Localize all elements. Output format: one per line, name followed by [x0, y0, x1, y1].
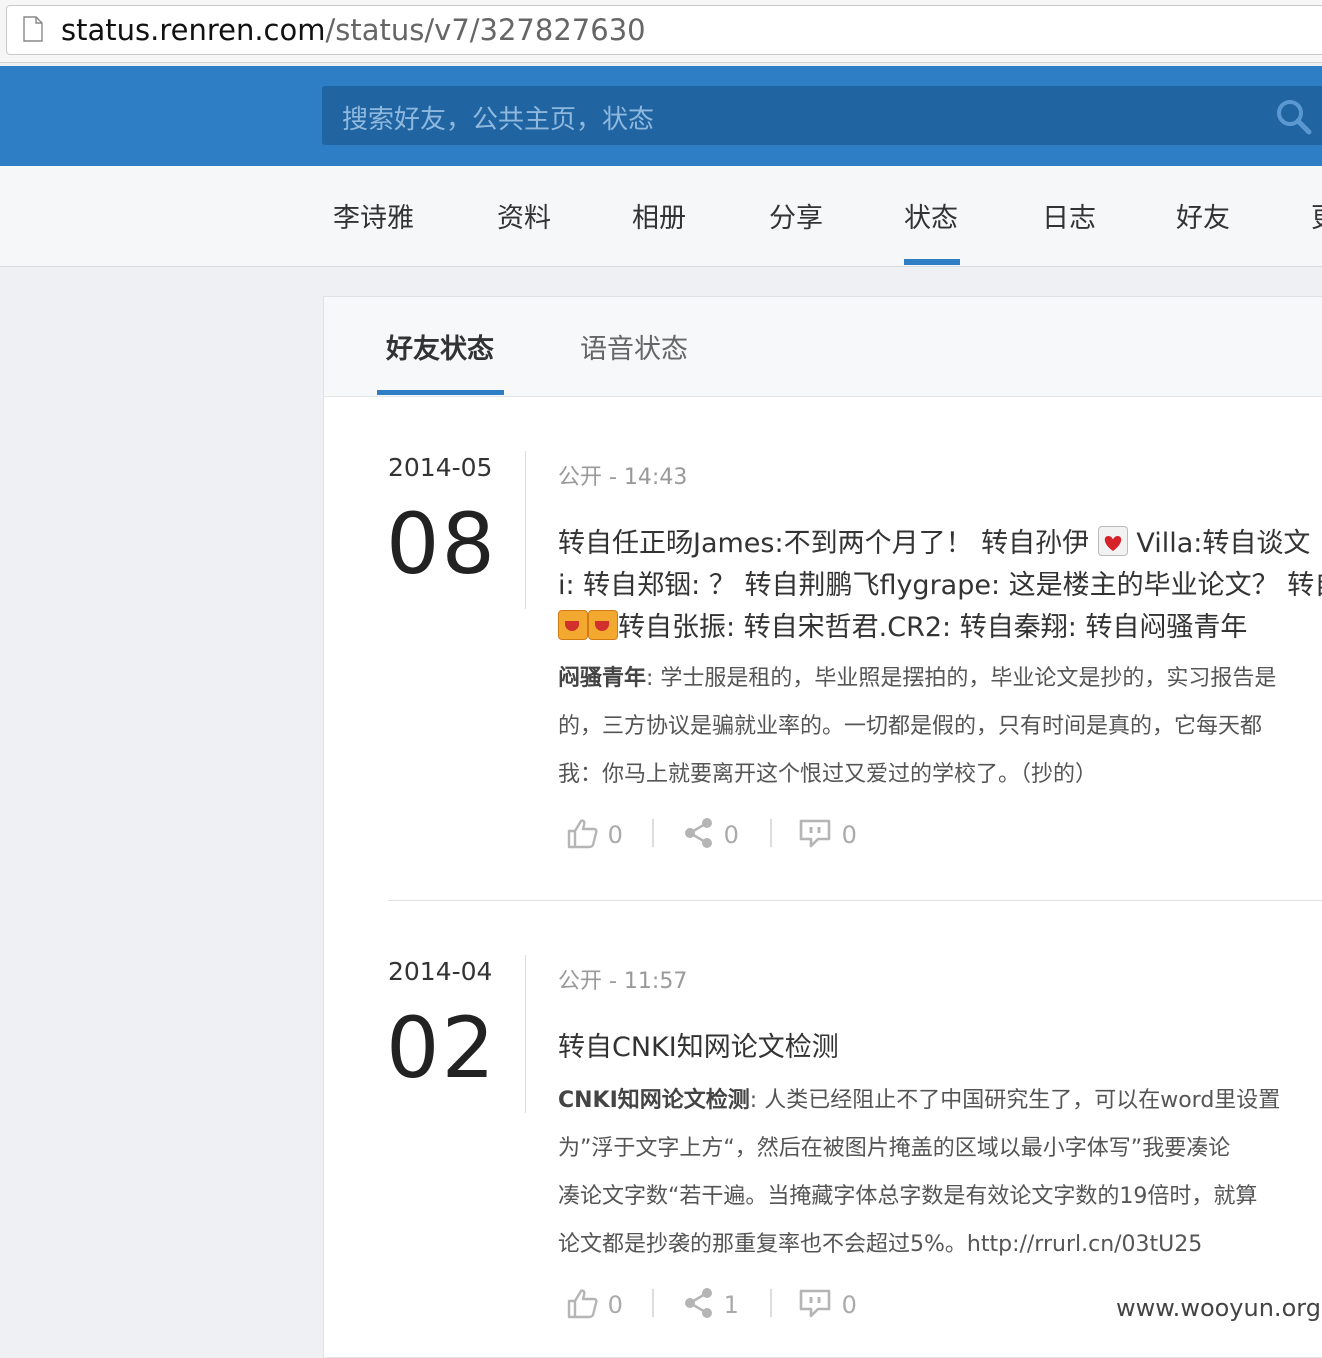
nav-item-profile[interactable]: 资料 [497, 196, 551, 235]
nav-item-albums[interactable]: 相册 [632, 196, 686, 235]
action-separator [770, 819, 772, 847]
thumbs-up-icon [567, 1289, 598, 1319]
body-line: 我：你马上就要离开这个恨过又爱过的学校了。（抄的） [558, 762, 1098, 787]
nav-item-status[interactable]: 状态 [904, 196, 958, 235]
address-bar[interactable]: status.renren.com/status/v7/327827630 [6, 5, 1322, 55]
action-separator [652, 1289, 654, 1317]
entry-divider [388, 900, 1322, 901]
search-input[interactable]: 搜索好友，公共主页，状态 [342, 99, 654, 136]
body-line[interactable]: 论文都是抄袭的那重复率也不会超过5%。http://rrurl.cn/03tU2… [558, 1221, 1280, 1269]
entry-body: 闷骚青年: 学士服是租的，毕业照是摆拍的，毕业论文是抄的，实习报告是 的，三方协… [558, 655, 1276, 799]
url-path: /status/v7/327827630 [325, 13, 646, 47]
status-tabs: 好友状态 语音状态 [324, 297, 1322, 397]
page-icon [23, 16, 43, 42]
nav-item-name[interactable]: 李诗雅 [333, 196, 414, 235]
like-count: 0 [607, 1291, 623, 1319]
body-author[interactable]: 闷骚青年 [558, 666, 646, 691]
search-icon[interactable] [1274, 97, 1314, 137]
tab-friend-status[interactable]: 好友状态 [386, 327, 494, 366]
nav-item-friends[interactable]: 好友 [1176, 196, 1230, 235]
browser-toolbar: status.renren.com/status/v7/327827630 [0, 0, 1322, 63]
comment-icon [799, 1289, 831, 1318]
share-icon [685, 818, 712, 848]
body-line: 的，三方协议是骗就业率的。一切都是假的，只有时间是真的，它每天都 [558, 714, 1263, 739]
share-count: 1 [723, 1291, 739, 1319]
share-icon [685, 1288, 712, 1318]
entry-meta: 公开 - 14:43 [558, 465, 688, 490]
timeline-divider [525, 451, 526, 609]
site-header: 搜索好友，公共主页，状态 [0, 66, 1322, 166]
body-author[interactable]: CNKI知网论文检测 [558, 1088, 750, 1113]
body-line: 为”浮于文字上方“，然后在被图片掩盖的区域以最小字体写”我要凑论 [558, 1136, 1231, 1161]
like-button[interactable]: 0 [566, 1287, 623, 1319]
entry-year-month: 2014-05 [388, 453, 493, 482]
body-line: 凑论文字数“若干遍。当掩藏字体总字数是有效论文字数的19倍时，就算 [558, 1184, 1258, 1209]
nav-item-shares[interactable]: 分享 [769, 196, 823, 235]
laugh-emoticon-icon [558, 610, 588, 640]
url-text[interactable]: status.renren.com/status/v7/327827630 [61, 13, 646, 47]
comment-icon [799, 819, 831, 848]
status-card: 好友状态 语音状态 2014-05 08 公开 - 14:43 转自任正旸Jam… [323, 296, 1322, 1358]
thumbs-up-icon [567, 819, 598, 849]
like-count: 0 [607, 821, 623, 849]
tab-voice-status[interactable]: 语音状态 [580, 327, 688, 366]
share-button[interactable]: 1 [682, 1287, 739, 1319]
timeline-divider [525, 955, 526, 1113]
share-button[interactable]: 0 [682, 817, 739, 849]
body-line: CNKI知网论文检测: 人类已经阻止不了中国研究生了，可以在word里设置 [558, 1077, 1280, 1125]
nav-item-more[interactable]: 更 [1311, 196, 1322, 235]
action-separator [652, 819, 654, 847]
entry-body: CNKI知网论文检测: 人类已经阻止不了中国研究生了，可以在word里设置 为”… [558, 1077, 1280, 1269]
entry-day: 08 [386, 495, 497, 593]
url-host: status.renren.com [61, 13, 326, 47]
nav-active-indicator [904, 259, 960, 265]
profile-nav: 李诗雅 资料 相册 分享 状态 日志 好友 更 [0, 166, 1322, 267]
title-segment[interactable]: Villa:转自谈文 [1136, 528, 1310, 559]
body-text: : 学士服是租的，毕业照是摆拍的，毕业论文是抄的，实习报告是 [646, 666, 1277, 691]
tab-active-indicator [377, 390, 504, 395]
comment-count: 0 [841, 1291, 857, 1319]
share-count: 0 [723, 821, 739, 849]
search-box[interactable]: 搜索好友，公共主页，状态 [322, 86, 1322, 145]
nav-item-blog[interactable]: 日志 [1042, 196, 1096, 235]
comment-count: 0 [841, 821, 857, 849]
like-button[interactable]: 0 [566, 817, 623, 849]
title-segment[interactable]: 转自张振: 转自宋哲君.CR2: 转自秦翔: 转自闷骚青年 [618, 612, 1247, 643]
watermark: www.wooyun.org [1116, 1294, 1321, 1322]
body-text: : 人类已经阻止不了中国研究生了，可以在word里设置 [749, 1088, 1281, 1113]
entry-day: 02 [386, 999, 497, 1097]
comment-button[interactable]: 0 [798, 817, 857, 849]
title-line: 转自张振: 转自宋哲君.CR2: 转自秦翔: 转自闷骚青年 [558, 607, 1322, 649]
entry-year-month: 2014-04 [388, 957, 493, 986]
comment-button[interactable]: 0 [798, 1287, 857, 1319]
entry-meta: 公开 - 11:57 [558, 969, 688, 994]
laugh-emoticon-icon [588, 610, 618, 640]
title-segment[interactable]: 转自任正旸James:不到两个月了！ 转自孙伊 [558, 528, 1089, 559]
body-line: 闷骚青年: 学士服是租的，毕业照是摆拍的，毕业论文是抄的，实习报告是 [558, 655, 1276, 703]
entry-title[interactable]: 转自CNKI知网论文检测 [558, 1027, 839, 1069]
action-separator [770, 1289, 772, 1317]
title-line: 转自任正旸James:不到两个月了！ 转自孙伊 Villa:转自谈文 [558, 523, 1322, 565]
heart-emoticon-icon [1097, 526, 1128, 556]
entry-title: 转自任正旸James:不到两个月了！ 转自孙伊 Villa:转自谈文 i: 转自… [558, 523, 1322, 649]
title-line[interactable]: i: 转自郑铟: ？ 转自荆鹏飞flygrape: 这是楼主的毕业论文？ 转自 [558, 565, 1322, 607]
